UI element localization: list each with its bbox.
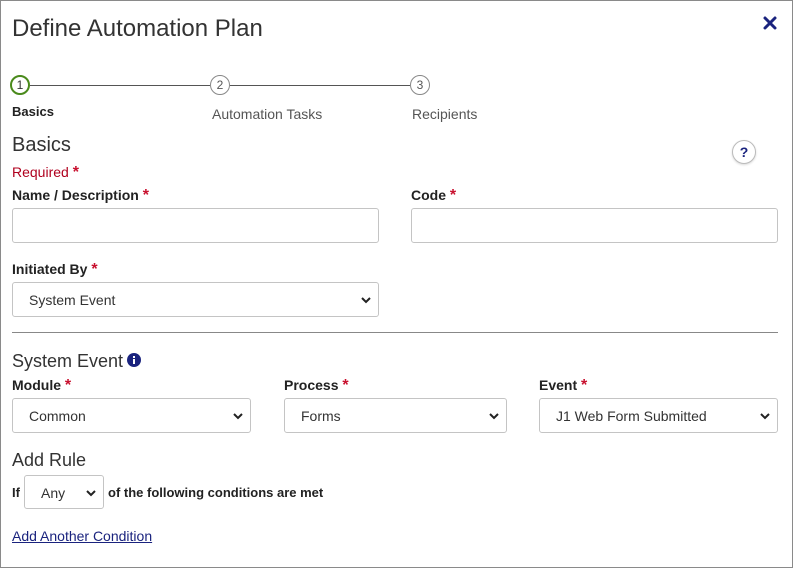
event-value: J1 Web Form Submitted: [556, 408, 707, 424]
chevron-down-icon: [760, 413, 770, 420]
chevron-down-icon: [361, 297, 371, 304]
process-select[interactable]: Forms: [284, 398, 507, 433]
add-another-condition-link[interactable]: Add Another Condition: [12, 528, 152, 544]
name-description-input[interactable]: [12, 208, 379, 243]
module-value: Common: [29, 408, 86, 424]
step-1-indicator[interactable]: 1: [10, 75, 30, 95]
basics-heading: Basics: [12, 134, 71, 156]
required-note-text: Required: [12, 164, 69, 180]
required-star: *: [449, 187, 457, 204]
step-2-indicator[interactable]: 2: [210, 75, 230, 95]
process-label: Process *: [284, 377, 349, 395]
automation-plan-dialog: Define Automation Plan 1 2 3 Basics Auto…: [0, 0, 793, 568]
required-star: *: [581, 377, 588, 394]
step-2-label[interactable]: Automation Tasks: [212, 106, 322, 122]
step-1-label[interactable]: Basics: [12, 104, 54, 119]
initiated-by-value: System Event: [29, 292, 116, 308]
process-value: Forms: [301, 408, 341, 424]
initiated-by-label-text: Initiated By: [12, 261, 88, 277]
required-star: *: [142, 187, 149, 204]
info-icon[interactable]: [127, 353, 141, 367]
add-rule-heading: Add Rule: [12, 450, 87, 470]
event-select[interactable]: J1 Web Form Submitted: [539, 398, 778, 433]
code-input[interactable]: [411, 208, 778, 243]
dialog-title: Define Automation Plan: [12, 15, 263, 42]
name-description-label-text: Name / Description: [12, 187, 139, 203]
step-connector: [230, 85, 410, 86]
chevron-down-icon: [233, 413, 243, 420]
module-label: Module *: [12, 377, 71, 395]
chevron-down-icon: [489, 413, 499, 420]
system-event-heading: System Event: [12, 351, 124, 371]
event-label: Event *: [539, 377, 587, 395]
module-select[interactable]: Common: [12, 398, 251, 433]
condition-match-select[interactable]: Any: [24, 475, 104, 509]
if-label: If: [12, 485, 20, 500]
required-star: *: [342, 377, 349, 394]
initiated-by-label: Initiated By *: [12, 261, 98, 279]
step-3-indicator[interactable]: 3: [410, 75, 430, 95]
code-label-text: Code: [411, 187, 446, 203]
required-note: Required *: [12, 164, 79, 182]
required-star: *: [64, 377, 72, 394]
close-icon[interactable]: [762, 15, 778, 31]
name-description-label: Name / Description *: [12, 187, 149, 205]
step-3-label[interactable]: Recipients: [412, 106, 477, 122]
process-label-text: Process: [284, 377, 339, 393]
code-label: Code *: [411, 187, 456, 205]
required-star: *: [91, 261, 98, 278]
condition-match-value: Any: [41, 485, 66, 501]
conditions-text: of the following conditions are met: [108, 485, 324, 500]
step-connector: [30, 85, 210, 86]
required-star: *: [72, 164, 79, 181]
event-label-text: Event: [539, 377, 578, 393]
chevron-down-icon: [86, 490, 96, 497]
section-divider: [12, 332, 778, 333]
initiated-by-select[interactable]: System Event: [12, 282, 379, 317]
help-button[interactable]: ?: [732, 140, 756, 164]
module-label-text: Module: [12, 377, 61, 393]
